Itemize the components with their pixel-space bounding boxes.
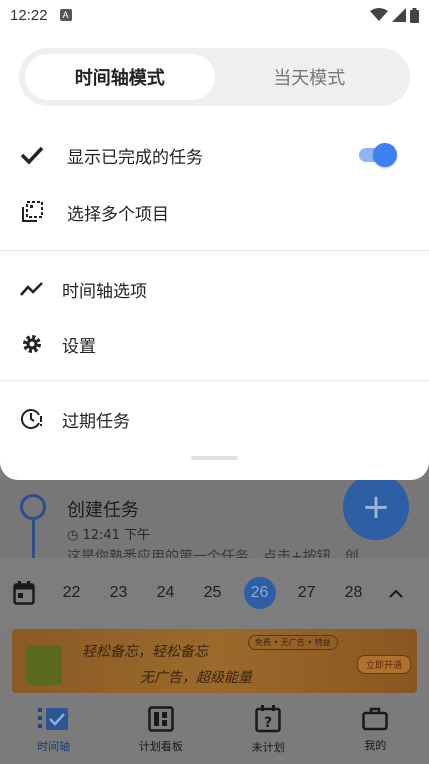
menu-label: 显示已完成的任务 xyxy=(67,147,203,168)
trending-icon xyxy=(17,274,47,304)
date-item[interactable]: 25 xyxy=(189,584,236,602)
date-item[interactable]: 22 xyxy=(48,584,95,602)
date-item[interactable]: 28 xyxy=(330,584,377,602)
ad-banner[interactable]: 轻松备忘，轻松备忘 无广告，超级能量 免费 • 无广告 • 特益 立即开通 xyxy=(12,629,417,693)
unplanned-calendar-icon: ? xyxy=(255,705,281,733)
gear-icon xyxy=(17,329,47,359)
divider xyxy=(0,250,429,251)
status-time: 12:22 xyxy=(10,6,48,24)
nav-label: 时间轴 xyxy=(37,740,71,753)
gift-icon xyxy=(26,645,62,685)
menu-settings[interactable]: 设置 xyxy=(0,318,429,370)
tab-timeline-mode[interactable]: 时间轴模式 xyxy=(25,54,215,100)
menu-label: 设置 xyxy=(62,336,96,357)
menu-label: 过期任务 xyxy=(62,411,130,432)
multi-select-icon xyxy=(17,197,47,227)
menu-show-completed[interactable]: 显示已完成的任务 xyxy=(0,129,429,181)
timeline-check-icon xyxy=(37,708,68,730)
nav-label: 我的 xyxy=(364,739,387,752)
timeline-line xyxy=(32,520,35,558)
check-icon xyxy=(17,140,47,170)
chevron-up-icon[interactable] xyxy=(381,589,411,598)
menu-select-multiple[interactable]: 选择多个项目 xyxy=(0,186,429,238)
options-sheet: 时间轴模式 当天模式 显示已完成的任务 选择多个项目 时间轴选项 设置 过期任务 xyxy=(0,30,429,480)
task-time: ◷ 12:41 下午 xyxy=(67,524,150,543)
signal-icon xyxy=(392,8,406,22)
add-task-button[interactable]: + xyxy=(343,474,409,540)
nav-label: 计划看板 xyxy=(138,740,183,753)
task-time-value: 12:41 下午 xyxy=(82,528,151,543)
board-icon xyxy=(148,706,174,732)
ad-subline: 无广告，超级能量 xyxy=(140,670,252,686)
date-item[interactable]: 24 xyxy=(142,584,189,602)
ad-tag: 免费 • 无广告 • 特益 xyxy=(248,635,338,650)
status-bar: 12:22 A xyxy=(0,0,429,30)
menu-label: 选择多个项目 xyxy=(67,204,169,225)
drag-handle[interactable] xyxy=(191,456,238,460)
ad-headline: 轻松备忘，轻松备忘 xyxy=(82,644,208,660)
clock-icon: ◷ xyxy=(67,528,79,543)
nav-label: 未计划 xyxy=(251,741,285,754)
menu-timeline-options[interactable]: 时间轴选项 xyxy=(0,263,429,315)
calendar-icon[interactable] xyxy=(0,578,48,608)
svg-text:?: ? xyxy=(264,715,272,731)
show-completed-toggle[interactable] xyxy=(357,143,397,167)
notification-icon: A xyxy=(59,9,72,21)
mode-switch: 时间轴模式 当天模式 xyxy=(19,48,410,106)
task-description: 这是你熟悉应用的第一个任务，点击+按钮，创 xyxy=(67,549,359,558)
tab-day-mode[interactable]: 当天模式 xyxy=(215,54,405,100)
date-item[interactable]: 27 xyxy=(283,584,330,602)
nav-timeline[interactable]: 时间轴 xyxy=(0,696,107,764)
menu-label: 时间轴选项 xyxy=(62,281,147,302)
wifi-icon xyxy=(370,8,388,21)
briefcase-icon xyxy=(362,707,389,731)
date-item-selected[interactable]: 26 xyxy=(236,577,283,609)
ad-open-button[interactable]: 立即开通 xyxy=(357,655,412,674)
menu-overdue-tasks[interactable]: 过期任务 xyxy=(0,393,429,445)
battery-icon xyxy=(410,7,419,23)
bottom-navigation: 时间轴 计划看板 ? 未计划 我的 xyxy=(0,696,429,764)
nav-unplanned[interactable]: ? 未计划 xyxy=(215,696,322,764)
date-strip: 22 23 24 25 26 27 28 xyxy=(0,558,429,628)
clock-alert-icon xyxy=(17,404,47,434)
task-status-circle[interactable] xyxy=(20,494,46,520)
background-content: 创建任务 ◷ 12:41 下午 这是你熟悉应用的第一个任务，点击+按钮，创 + … xyxy=(0,474,429,764)
status-icons xyxy=(370,7,419,23)
task-title: 创建任务 xyxy=(67,500,139,521)
divider xyxy=(0,380,429,381)
nav-mine[interactable]: 我的 xyxy=(322,696,429,764)
date-item[interactable]: 23 xyxy=(95,584,142,602)
nav-plan-board[interactable]: 计划看板 xyxy=(107,696,214,764)
